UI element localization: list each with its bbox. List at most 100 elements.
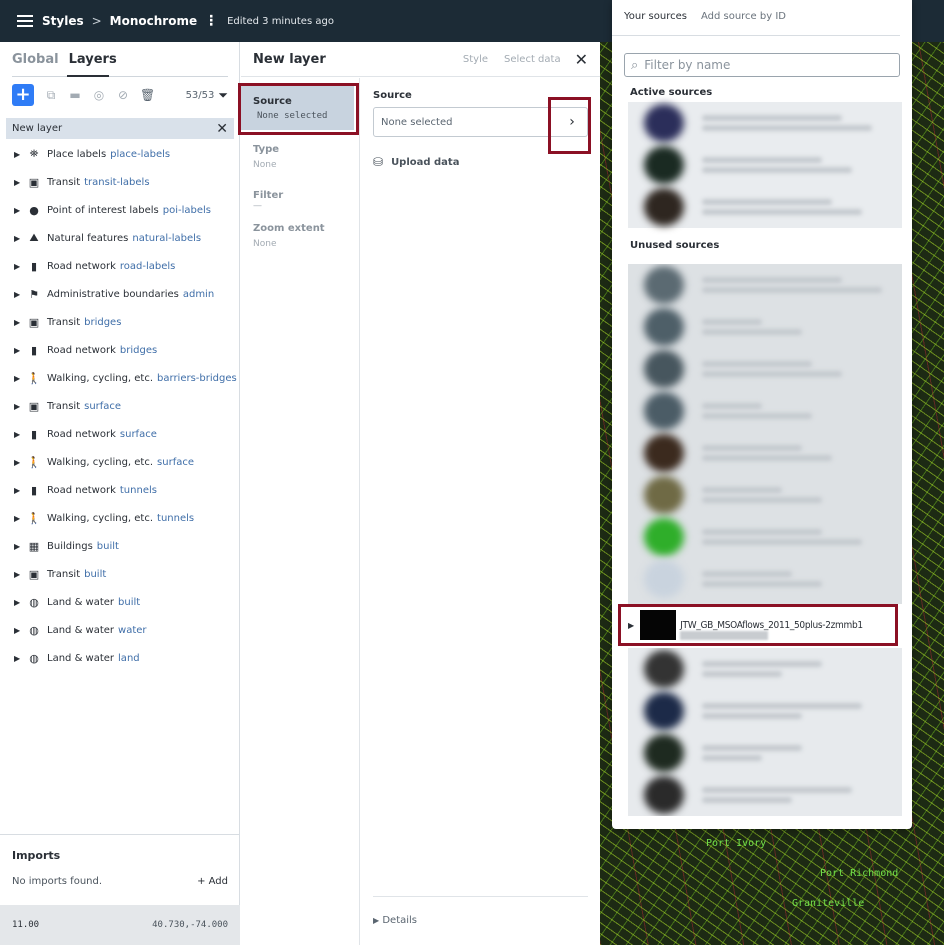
layer-row[interactable]: ▶ ▣ Transit bridges	[0, 308, 240, 336]
step-zoom-extent[interactable]: Zoom extent None	[241, 223, 359, 249]
layer-row[interactable]: ▶ 🚶 Walking, cycling, etc. barriers-bridges	[0, 364, 240, 392]
breadcrumb-style-name[interactable]: Monochrome	[110, 14, 197, 28]
expand-caret-icon[interactable]: ▶	[14, 318, 28, 327]
source-row[interactable]	[628, 690, 902, 732]
layer-row[interactable]: ▶ ⚑ Administrative boundaries admin	[0, 280, 240, 308]
upload-data-button[interactable]: ⛁ Upload data	[373, 155, 588, 169]
details-toggle[interactable]: ▶ Details	[373, 896, 588, 926]
source-select[interactable]: None selected ›	[373, 107, 588, 137]
layer-row[interactable]: ▶ 🚶 Walking, cycling, etc. tunnels	[0, 504, 240, 532]
select-data-link[interactable]: Select data	[504, 54, 561, 65]
source-thumbnail	[644, 104, 684, 142]
source-thumbnail	[644, 350, 684, 388]
step-filter[interactable]: Filter —	[241, 190, 359, 211]
tab-global[interactable]: Global	[12, 52, 59, 76]
source-row[interactable]	[628, 264, 902, 306]
source-row[interactable]	[628, 432, 902, 474]
tab-add-source-by-id[interactable]: Add source by ID	[701, 11, 786, 35]
close-icon[interactable]: ✕	[575, 50, 588, 69]
expand-caret-icon[interactable]: ▶	[14, 150, 28, 159]
expand-caret-icon[interactable]: ▶	[14, 458, 28, 467]
source-row[interactable]	[628, 144, 902, 186]
layer-row[interactable]: ▶ ▮ Road network surface	[0, 420, 240, 448]
source-row[interactable]	[628, 516, 902, 558]
style-link[interactable]: Style	[463, 54, 488, 65]
layer-name: Walking, cycling, etc.	[47, 372, 154, 384]
step-type[interactable]: Type None	[241, 144, 359, 170]
source-row[interactable]	[628, 774, 902, 816]
source-row[interactable]	[628, 102, 902, 144]
source-row[interactable]	[628, 306, 902, 348]
expand-caret-icon[interactable]: ▶	[14, 290, 28, 299]
layer-row[interactable]: ▶ ⛰ Natural features natural-labels	[0, 224, 240, 252]
expand-caret-icon[interactable]: ▶	[14, 542, 28, 551]
globe-icon: ◍	[29, 595, 39, 609]
layer-id: barriers-bridges	[157, 372, 237, 384]
layer-list: ▶ ⛯ Place labels place-labels ▶ ▣ Transit trans…	[0, 140, 240, 672]
layer-row[interactable]: ▶ ▮ Road network bridges	[0, 336, 240, 364]
close-icon[interactable]: ✕	[216, 121, 228, 137]
details-label: Details	[382, 915, 418, 926]
expand-caret-icon[interactable]: ▶	[14, 626, 28, 635]
layer-row[interactable]: ▶ ▣ Transit transit-labels	[0, 168, 240, 196]
expand-caret-icon[interactable]: ▶	[14, 430, 28, 439]
filter-sources-input[interactable]: ⌕ Filter by name	[624, 53, 900, 77]
expand-caret-icon[interactable]: ▶	[14, 514, 28, 523]
breadcrumb-styles[interactable]: Styles	[42, 14, 84, 28]
tab-your-sources[interactable]: Your sources	[624, 11, 687, 35]
new-layer-row[interactable]: New layer ✕	[6, 118, 234, 139]
expand-caret-icon[interactable]: ▶	[14, 234, 28, 243]
source-row[interactable]	[628, 558, 902, 600]
layer-id: bridges	[119, 344, 158, 356]
layer-row[interactable]: ▶ ▮ Road network tunnels	[0, 476, 240, 504]
layer-row[interactable]: ▶ ◍ Land & water land	[0, 644, 240, 672]
chevron-right-icon[interactable]: ›	[557, 114, 587, 130]
expand-caret-icon[interactable]: ▶	[14, 654, 28, 663]
expand-caret-icon[interactable]: ▶	[14, 402, 28, 411]
layer-row[interactable]: ▶ ▣ Transit surface	[0, 392, 240, 420]
duplicate-icon[interactable]: ⧉	[44, 88, 58, 102]
source-row[interactable]	[628, 390, 902, 432]
layer-row[interactable]: ▶ ◍ Land & water water	[0, 616, 240, 644]
layer-row[interactable]: ▶ ◍ Land & water built	[0, 588, 240, 616]
tab-layers[interactable]: Layers	[69, 52, 117, 76]
folder-icon[interactable]: ▬	[68, 88, 82, 102]
add-layer-button[interactable]: +	[12, 84, 34, 106]
step-source[interactable]: Source None selected	[241, 86, 354, 130]
layer-row[interactable]: ▶ 🚶 Walking, cycling, etc. surface	[0, 448, 240, 476]
source-row[interactable]	[628, 474, 902, 516]
expand-caret-icon[interactable]: ▶	[14, 346, 28, 355]
layer-row[interactable]: ▶ ▮ Road network road-labels	[0, 252, 240, 280]
expand-caret-icon[interactable]: ▶	[14, 570, 28, 579]
layer-row[interactable]: ▶ ▣ Transit built	[0, 560, 240, 588]
source-row[interactable]	[628, 348, 902, 390]
hamburger-menu-icon[interactable]	[17, 15, 33, 27]
expand-caret-icon[interactable]: ▶	[14, 374, 28, 383]
expand-caret-icon[interactable]: ▶	[14, 262, 28, 271]
add-import-button[interactable]: + Add	[197, 876, 228, 887]
layer-count: 53/53 ⏷	[186, 88, 228, 103]
source-row[interactable]	[628, 732, 902, 774]
more-options-icon[interactable]: ⋮	[204, 13, 218, 29]
trash-icon[interactable]: 🗑	[140, 88, 155, 102]
step-type-value: None	[253, 160, 277, 170]
expand-caret-icon[interactable]: ▶	[14, 486, 28, 495]
layer-row[interactable]: ▶ ▦ Buildings built	[0, 532, 240, 560]
source-row[interactable]	[628, 648, 902, 690]
map-label: Port Ivory	[706, 838, 767, 849]
select-icon[interactable]: ◎	[92, 88, 106, 102]
layer-row[interactable]: ▶ ⛯ Place labels place-labels	[0, 140, 240, 168]
expand-caret-icon[interactable]: ▶	[628, 621, 634, 630]
layer-name: Road network	[47, 428, 116, 440]
hide-icon[interactable]: ⊘	[116, 88, 130, 102]
layer-id: surface	[84, 400, 122, 412]
source-row[interactable]	[628, 186, 902, 228]
filter-funnel-icon[interactable]: ⏷	[218, 88, 228, 103]
layer-row[interactable]: ▶ ● Point of interest labels poi-labels	[0, 196, 240, 224]
expand-caret-icon[interactable]: ▶	[14, 178, 28, 187]
step-zoom-value: None	[253, 239, 277, 249]
source-row-highlighted[interactable]: ▶ JTW_GB_MSOAflows_2011_50plus-2zmmb1	[622, 610, 894, 640]
expand-caret-icon[interactable]: ▶	[14, 598, 28, 607]
expand-caret-icon[interactable]: ▶	[14, 206, 28, 215]
source-thumbnail	[644, 188, 684, 226]
